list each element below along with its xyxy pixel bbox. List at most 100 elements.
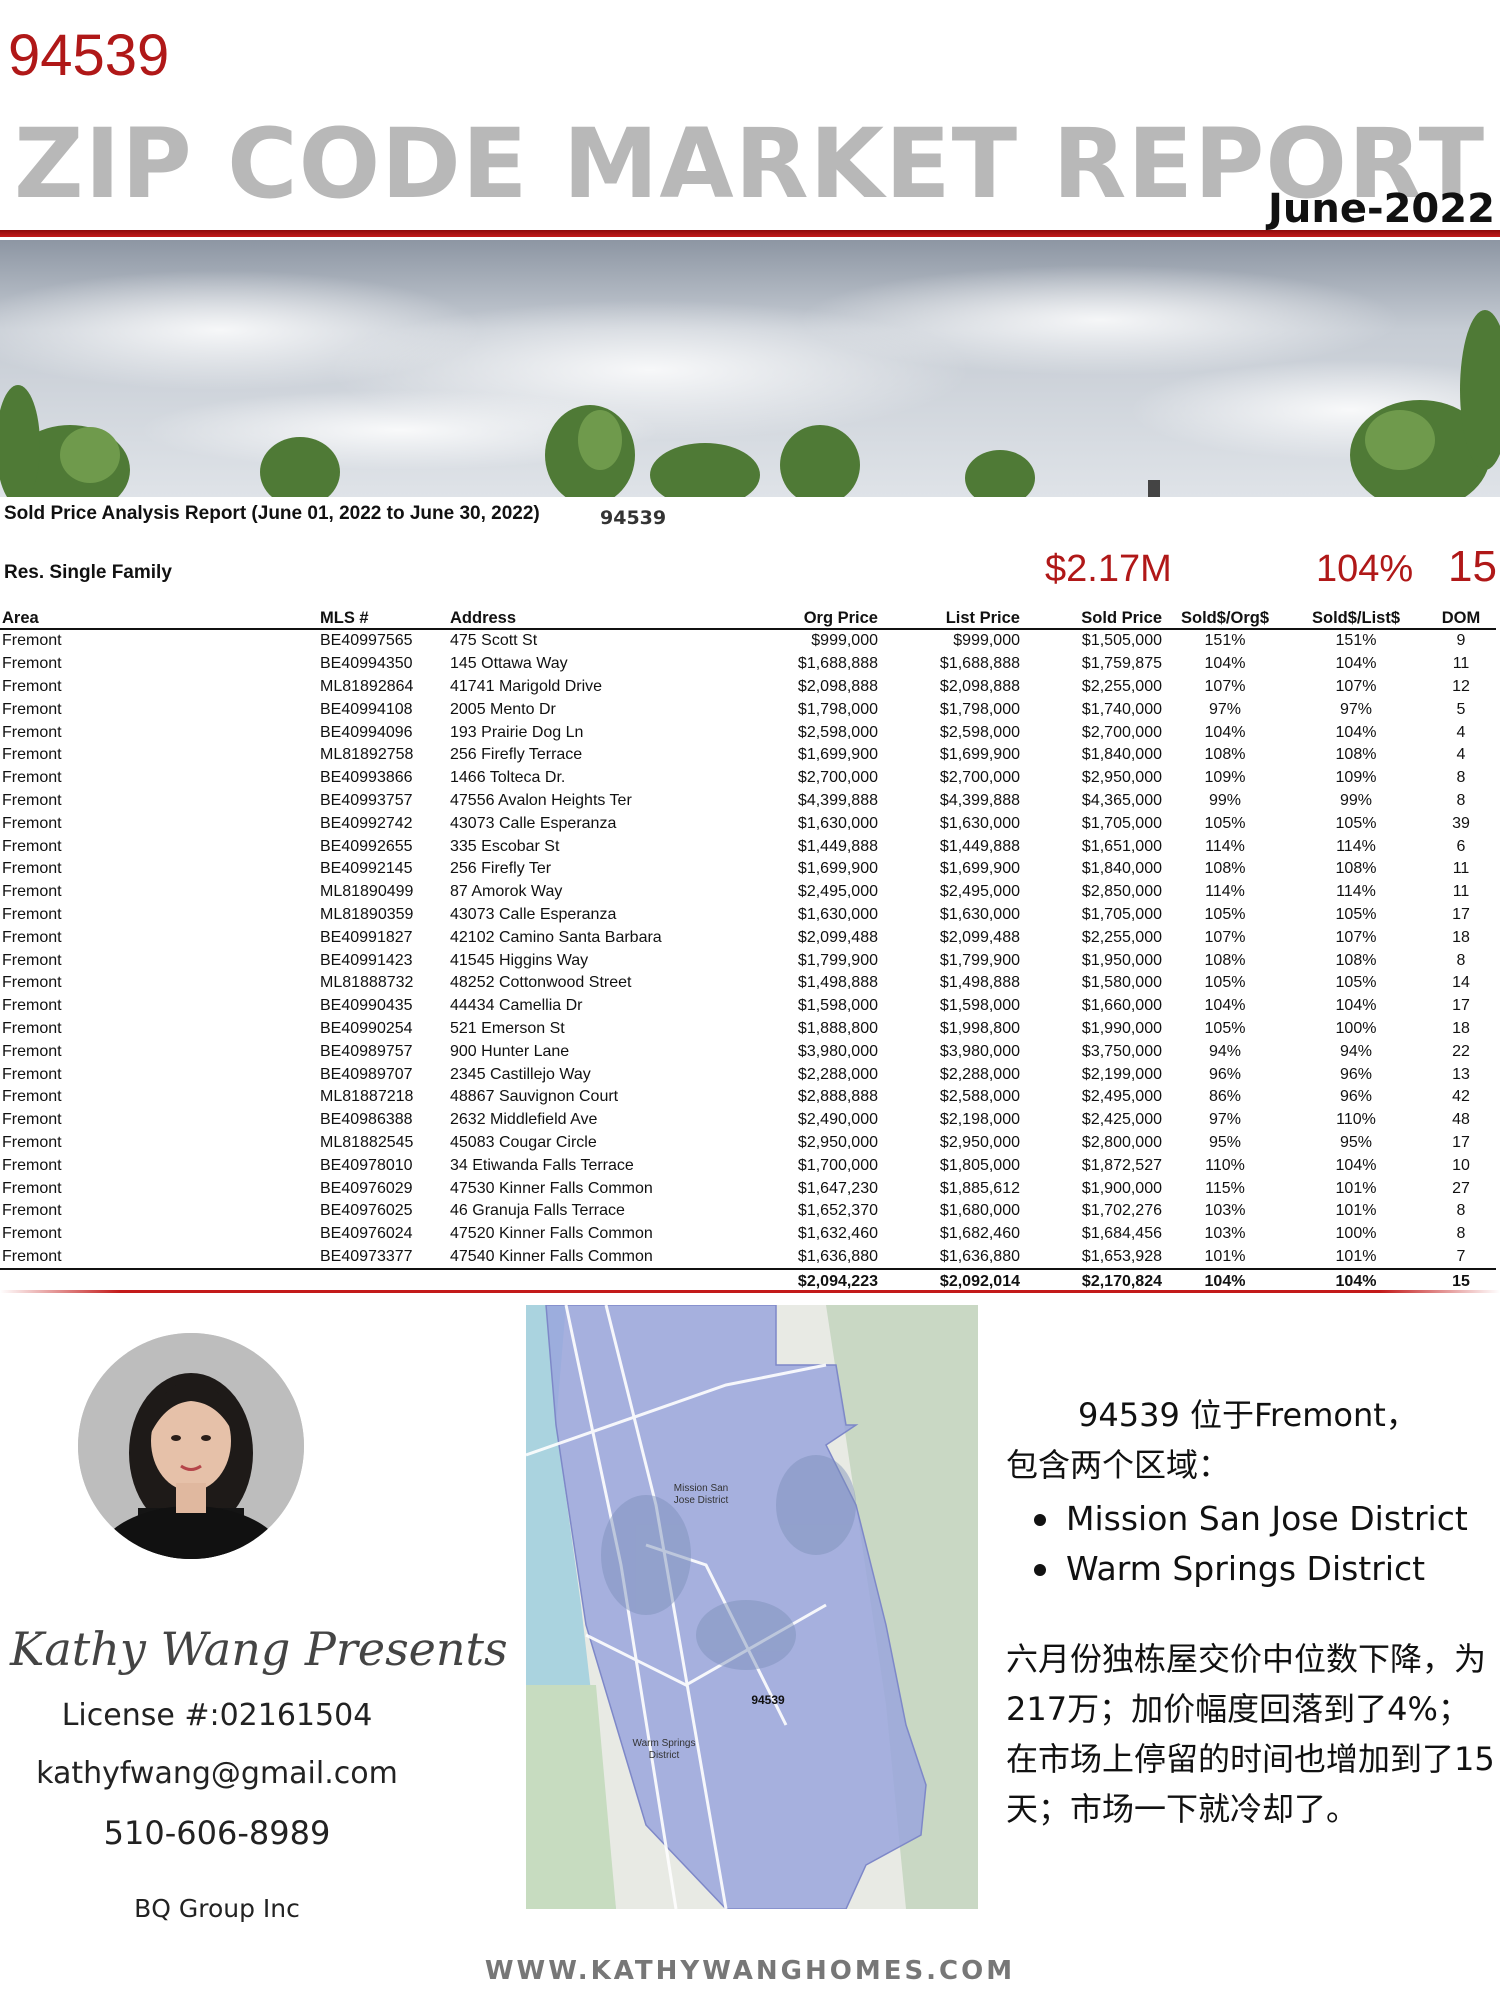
cell-area: Fremont <box>2 791 62 809</box>
cell-sold-org-ratio: 114% <box>1205 837 1245 855</box>
cell-sold-list-ratio: 101% <box>1335 1247 1377 1265</box>
cell-area: Fremont <box>2 1202 62 1220</box>
cell-list-price: $1,699,900 <box>939 860 1020 878</box>
cell-sold-list-ratio: 105% <box>1335 974 1377 992</box>
cell-mls: BE40990435 <box>320 997 413 1015</box>
cell-sold-org-ratio: 97% <box>1208 1111 1242 1129</box>
cell-sold-list-ratio: 97% <box>1339 700 1373 718</box>
cell-dom: 12 <box>1452 677 1470 695</box>
cell-list-price: $2,288,000 <box>939 1065 1020 1083</box>
cell-mls: BE40992145 <box>320 860 413 878</box>
cell-sold-org-ratio: 151% <box>1204 632 1246 650</box>
table-row: Fremont BE40989757 900 Hunter Lane $3,980,0… <box>0 1040 1496 1063</box>
cell-dom: 13 <box>1452 1065 1470 1083</box>
table-row: Fremont BE40990254 521 Emerson St $1,888,80… <box>0 1018 1496 1041</box>
cell-area: Fremont <box>2 1133 62 1151</box>
cell-dom: 42 <box>1452 1088 1470 1106</box>
table-row: Fremont ML81892758 256 Firefly Terrace $1,6… <box>0 744 1496 767</box>
cell-address: 41545 Higgins Way <box>450 951 589 969</box>
cell-org-price: $1,632,460 <box>797 1225 878 1243</box>
cell-area: Fremont <box>2 769 62 787</box>
cell-org-price: $1,449,888 <box>797 837 878 855</box>
cell-list-price: $1,680,000 <box>939 1202 1020 1220</box>
cell-dom: 4 <box>1456 746 1466 764</box>
cell-address: 256 Firefly Ter <box>450 860 552 878</box>
cell-sold-org-ratio: 95% <box>1208 1133 1242 1151</box>
cell-sold-list-ratio: 96% <box>1339 1088 1373 1106</box>
cell-mls: BE40994350 <box>320 655 413 673</box>
column-header-sold-price: Sold Price <box>1022 606 1164 630</box>
cell-list-price: $999,000 <box>953 632 1020 650</box>
cell-area: Fremont <box>2 837 62 855</box>
cell-dom: 8 <box>1456 951 1466 969</box>
cell-area: Fremont <box>2 814 62 832</box>
cell-mls: ML81887218 <box>320 1088 414 1106</box>
agent-phone-link[interactable]: 510-606-8989 <box>0 1814 434 1852</box>
agent-email-link[interactable]: kathyfwang@gmail.com <box>0 1756 434 1791</box>
cell-dom: 17 <box>1452 905 1470 923</box>
analysis-report-zip: 94539 <box>600 507 667 529</box>
cell-dom: 18 <box>1452 928 1470 946</box>
district-item: Warm Springs District <box>1034 1544 1498 1594</box>
cell-sold-price: $1,900,000 <box>1081 1179 1162 1197</box>
cell-list-price: $1,598,000 <box>939 997 1020 1015</box>
cell-mls: BE40994108 <box>320 700 413 718</box>
cell-list-price: $4,399,888 <box>939 791 1020 809</box>
sold-listings-table: Area MLS # Address Org Price List Price Sold … <box>0 606 1496 1294</box>
cell-sold-list-ratio: 99% <box>1339 791 1373 809</box>
cell-sold-org-ratio: 107% <box>1204 677 1246 695</box>
cell-area: Fremont <box>2 1156 62 1174</box>
cell-sold-org-ratio: 108% <box>1204 746 1246 764</box>
cell-area: Fremont <box>2 951 62 969</box>
cell-mls: BE40993757 <box>320 791 413 809</box>
map-label-district2-line2: District <box>649 1750 680 1761</box>
cell-mls: ML81882545 <box>320 1133 414 1151</box>
cell-org-price: $1,636,880 <box>797 1247 878 1265</box>
cell-dom: 8 <box>1456 769 1466 787</box>
banner-photo <box>0 240 1500 497</box>
cell-sold-list-ratio: 101% <box>1335 1179 1377 1197</box>
cell-sold-list-ratio: 101% <box>1335 1202 1377 1220</box>
table-row: Fremont ML81882545 45083 Cougar Circle $2,9… <box>0 1132 1496 1155</box>
cell-dom: 18 <box>1452 1019 1470 1037</box>
cell-address: 1466 Tolteca Dr. <box>450 769 566 787</box>
column-header-list-price: List Price <box>880 606 1022 630</box>
cell-sold-price: $2,425,000 <box>1081 1111 1162 1129</box>
cell-sold-org-ratio: 114% <box>1205 883 1245 901</box>
cell-dom: 6 <box>1456 837 1466 855</box>
zip-code-heading: 94539 <box>8 23 170 88</box>
website-link[interactable]: WWW.KATHYWANGHOMES.COM <box>0 1956 1500 1986</box>
cell-sold-price: $1,653,928 <box>1081 1247 1162 1265</box>
cell-address: 42102 Camino Santa Barbara <box>450 928 662 946</box>
table-row: Fremont BE40991827 42102 Camino Santa Barb… <box>0 926 1496 949</box>
cell-sold-price: $2,199,000 <box>1081 1065 1162 1083</box>
cell-address: 47530 Kinner Falls Common <box>450 1179 653 1197</box>
intro-line-2: 包含两个区域： <box>1006 1446 1231 1484</box>
cell-dom: 5 <box>1456 700 1466 718</box>
cell-area: Fremont <box>2 883 62 901</box>
cell-org-price: $1,798,000 <box>797 700 878 718</box>
cell-mls: BE40976024 <box>320 1225 413 1243</box>
cell-mls: ML81888732 <box>320 974 414 992</box>
table-header-row: Area MLS # Address Org Price List Price Sold … <box>0 606 1496 630</box>
cell-mls: BE40992655 <box>320 837 413 855</box>
cell-sold-price: $4,365,000 <box>1081 791 1162 809</box>
cell-mls: BE40991827 <box>320 928 413 946</box>
cell-area: Fremont <box>2 632 62 650</box>
cell-org-price: $2,490,000 <box>797 1111 878 1129</box>
cell-org-price: $2,098,888 <box>797 677 878 695</box>
cell-sold-list-ratio: 114% <box>1336 883 1376 901</box>
cell-address: 34 Etiwanda Falls Terrace <box>450 1156 634 1174</box>
table-row: Fremont BE40992145 256 Firefly Ter $1,699,9… <box>0 858 1496 881</box>
cell-dom: 27 <box>1452 1179 1470 1197</box>
cell-org-price: $1,688,888 <box>797 655 878 673</box>
cell-sold-org-ratio: 103% <box>1204 1225 1246 1243</box>
cell-sold-price: $1,872,527 <box>1081 1156 1162 1174</box>
cell-list-price: $1,630,000 <box>939 814 1020 832</box>
cell-org-price: $1,498,888 <box>797 974 878 992</box>
cell-list-price: $1,630,000 <box>939 905 1020 923</box>
cell-address: 475 Scott St <box>450 632 538 650</box>
cell-mls: BE40978010 <box>320 1156 413 1174</box>
cell-list-price: $2,099,488 <box>939 928 1020 946</box>
table-row: Fremont BE40991423 41545 Higgins Way $1,799… <box>0 949 1496 972</box>
